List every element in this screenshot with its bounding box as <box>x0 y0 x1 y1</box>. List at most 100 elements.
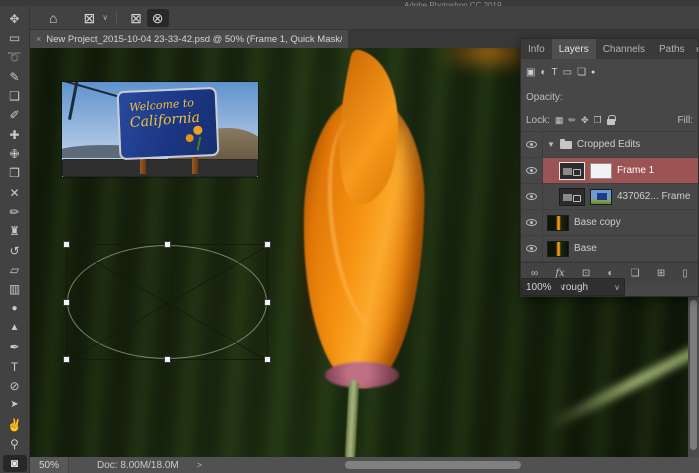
lock-all-icon[interactable] <box>607 119 615 125</box>
handle-middle-right[interactable] <box>264 299 271 306</box>
tool-preset-button[interactable]: ⊠ ∨ <box>78 9 108 27</box>
chevron-down-icon: ∨ <box>560 283 566 292</box>
document-tab[interactable]: × New Project_2015-10-04 23-33-42.psd @ … <box>30 30 348 48</box>
eyedropper-tool[interactable]: ✐ <box>3 107 27 124</box>
handle-bottom-right[interactable] <box>264 356 271 363</box>
visibility-toggle[interactable] <box>521 158 543 183</box>
layer-name: Frame 1 <box>617 165 654 176</box>
visibility-toggle[interactable] <box>521 210 543 235</box>
brush-tool[interactable]: ✏ <box>3 203 27 220</box>
pixel-layer-filter-icon[interactable]: ▣ <box>526 67 535 78</box>
path-selection-tool[interactable]: ➤ <box>3 397 27 414</box>
frame-tool[interactable]: ❒ <box>3 165 27 182</box>
sign-field <box>62 159 258 177</box>
eraser-tool[interactable]: ▱ <box>3 261 27 278</box>
new-layer-icon[interactable]: ⊞ <box>657 268 665 279</box>
layer-row-group[interactable]: ▼ Cropped Edits <box>521 132 698 158</box>
healing-brush-tool[interactable]: ✙ <box>3 145 27 162</box>
handle-bottom-left[interactable] <box>63 356 70 363</box>
adjustment-layer-filter-icon[interactable]: ◐ <box>540 67 546 78</box>
marquee-tool[interactable]: ▭ <box>3 29 27 46</box>
quick-mask-button[interactable]: ◙ <box>3 455 27 472</box>
type-tool[interactable]: T <box>3 358 27 375</box>
lock-row: Lock: ▦ ✏ ✥ ❒ Fill: 100% ∨ <box>521 109 698 131</box>
crop-tool[interactable]: ❑ <box>3 87 27 104</box>
layers-panel: Info Layers Channels Paths » ≡ Kind ∨ ▣ … <box>520 38 699 297</box>
frame-layer-thumbnail[interactable] <box>559 162 585 180</box>
type-layer-filter-icon[interactable]: T <box>552 67 558 78</box>
eye-icon <box>526 219 537 226</box>
shape-tool[interactable]: ⊘ <box>3 378 27 395</box>
tools-toolbar: ✥ ▭ ➰ ✎ ❑ ✐ ✚ ✙ ❒ ✕ ✏ ♜ ↺ ▱ ▥ ● ▲ ✒ T ⊘ … <box>0 6 30 473</box>
visibility-toggle[interactable] <box>521 132 543 157</box>
lock-artboard-icon[interactable]: ❒ <box>594 115 602 126</box>
handle-bottom-center[interactable] <box>164 356 171 363</box>
zoom-level-field[interactable]: 50% <box>30 457 69 473</box>
slice-tool[interactable]: ✕ <box>3 184 27 201</box>
fill-dropdown[interactable]: 100% ∨ <box>521 278 563 296</box>
rectangular-frame-button[interactable]: ⊠ <box>125 9 147 27</box>
history-brush-tool[interactable]: ↺ <box>3 242 27 259</box>
elliptical-frame-placeholder[interactable] <box>66 244 268 360</box>
layer-row-437062-frame[interactable]: 437062... Frame <box>521 184 698 210</box>
status-chevron-icon[interactable]: > <box>197 460 202 470</box>
gradient-tool[interactable]: ▥ <box>3 281 27 298</box>
layer-row-base-copy[interactable]: Base copy <box>521 210 698 236</box>
handle-top-left[interactable] <box>63 241 70 248</box>
lock-label: Lock: <box>526 115 550 126</box>
frame-content-thumbnail[interactable] <box>590 163 612 179</box>
folder-icon <box>560 141 572 149</box>
panel-collapse-icon[interactable]: » <box>692 44 699 55</box>
lock-pixels-icon[interactable]: ✏ <box>568 115 576 126</box>
delete-layer-icon[interactable]: ▯ <box>682 268 688 279</box>
layer-row-base[interactable]: Base <box>521 236 698 262</box>
eye-icon <box>526 141 537 148</box>
elliptical-frame-button[interactable]: ⊗ <box>147 9 169 27</box>
object-selection-tool[interactable]: ✎ <box>3 68 27 85</box>
image-thumbnail[interactable] <box>547 241 569 257</box>
shape-layer-filter-icon[interactable]: ▭ <box>563 67 572 78</box>
placed-image-welcome-sign[interactable]: Welcome to California <box>62 82 258 177</box>
eye-icon <box>526 167 537 174</box>
document-title: New Project_2015-10-04 23-33-42.psd @ 50… <box>46 34 342 45</box>
hand-tool[interactable]: ✌ <box>3 416 27 433</box>
tab-paths[interactable]: Paths <box>652 39 692 59</box>
layer-list: ▼ Cropped Edits Frame 1 437062... <box>521 131 698 262</box>
handle-middle-left[interactable] <box>63 299 70 306</box>
visibility-toggle[interactable] <box>521 236 543 261</box>
handle-top-right[interactable] <box>264 241 271 248</box>
filter-pin-icon[interactable]: ● <box>591 69 595 76</box>
blur-tool[interactable]: ● <box>3 300 27 317</box>
tab-channels[interactable]: Channels <box>596 39 652 59</box>
lock-transparency-icon[interactable]: ▦ <box>555 115 564 126</box>
image-thumbnail[interactable] <box>547 215 569 231</box>
move-tool[interactable]: ✥ <box>3 10 27 27</box>
close-tab-icon[interactable]: × <box>36 34 41 44</box>
frame-layer-thumbnail[interactable] <box>559 188 585 206</box>
layer-row-frame1[interactable]: Frame 1 <box>521 158 698 184</box>
vertical-scrollbar[interactable] <box>688 297 699 457</box>
pen-tool[interactable]: ✒ <box>3 339 27 356</box>
clone-stamp-tool[interactable]: ♜ <box>3 223 27 240</box>
sharpen-tool[interactable]: ▲ <box>3 320 27 337</box>
lasso-tool[interactable]: ➰ <box>3 49 27 66</box>
visibility-toggle[interactable] <box>521 184 543 209</box>
horizontal-scrollbar-thumb[interactable] <box>345 461 521 469</box>
sign-poppy-illustration <box>185 134 193 142</box>
layer-name: Base <box>574 243 597 254</box>
status-bar: 50% Doc: 8.00M/18.0M > <box>30 457 699 473</box>
image-thumbnail[interactable] <box>590 189 612 205</box>
zoom-tool[interactable]: ⚲ <box>3 436 27 453</box>
chevron-down-icon: ∨ <box>102 13 108 22</box>
eye-icon <box>526 245 537 252</box>
home-icon[interactable]: ⌂ <box>44 9 62 27</box>
vertical-scrollbar-thumb[interactable] <box>690 300 697 450</box>
lock-position-icon[interactable]: ✥ <box>581 115 589 126</box>
spot-healing-tool[interactable]: ✚ <box>3 126 27 143</box>
handle-top-center[interactable] <box>164 241 171 248</box>
tab-info[interactable]: Info <box>521 39 552 59</box>
smart-object-filter-icon[interactable]: ❏ <box>577 67 586 78</box>
new-group-icon[interactable]: ❏ <box>631 268 640 279</box>
group-expand-icon[interactable]: ▼ <box>547 140 555 149</box>
tab-layers[interactable]: Layers <box>552 39 596 59</box>
